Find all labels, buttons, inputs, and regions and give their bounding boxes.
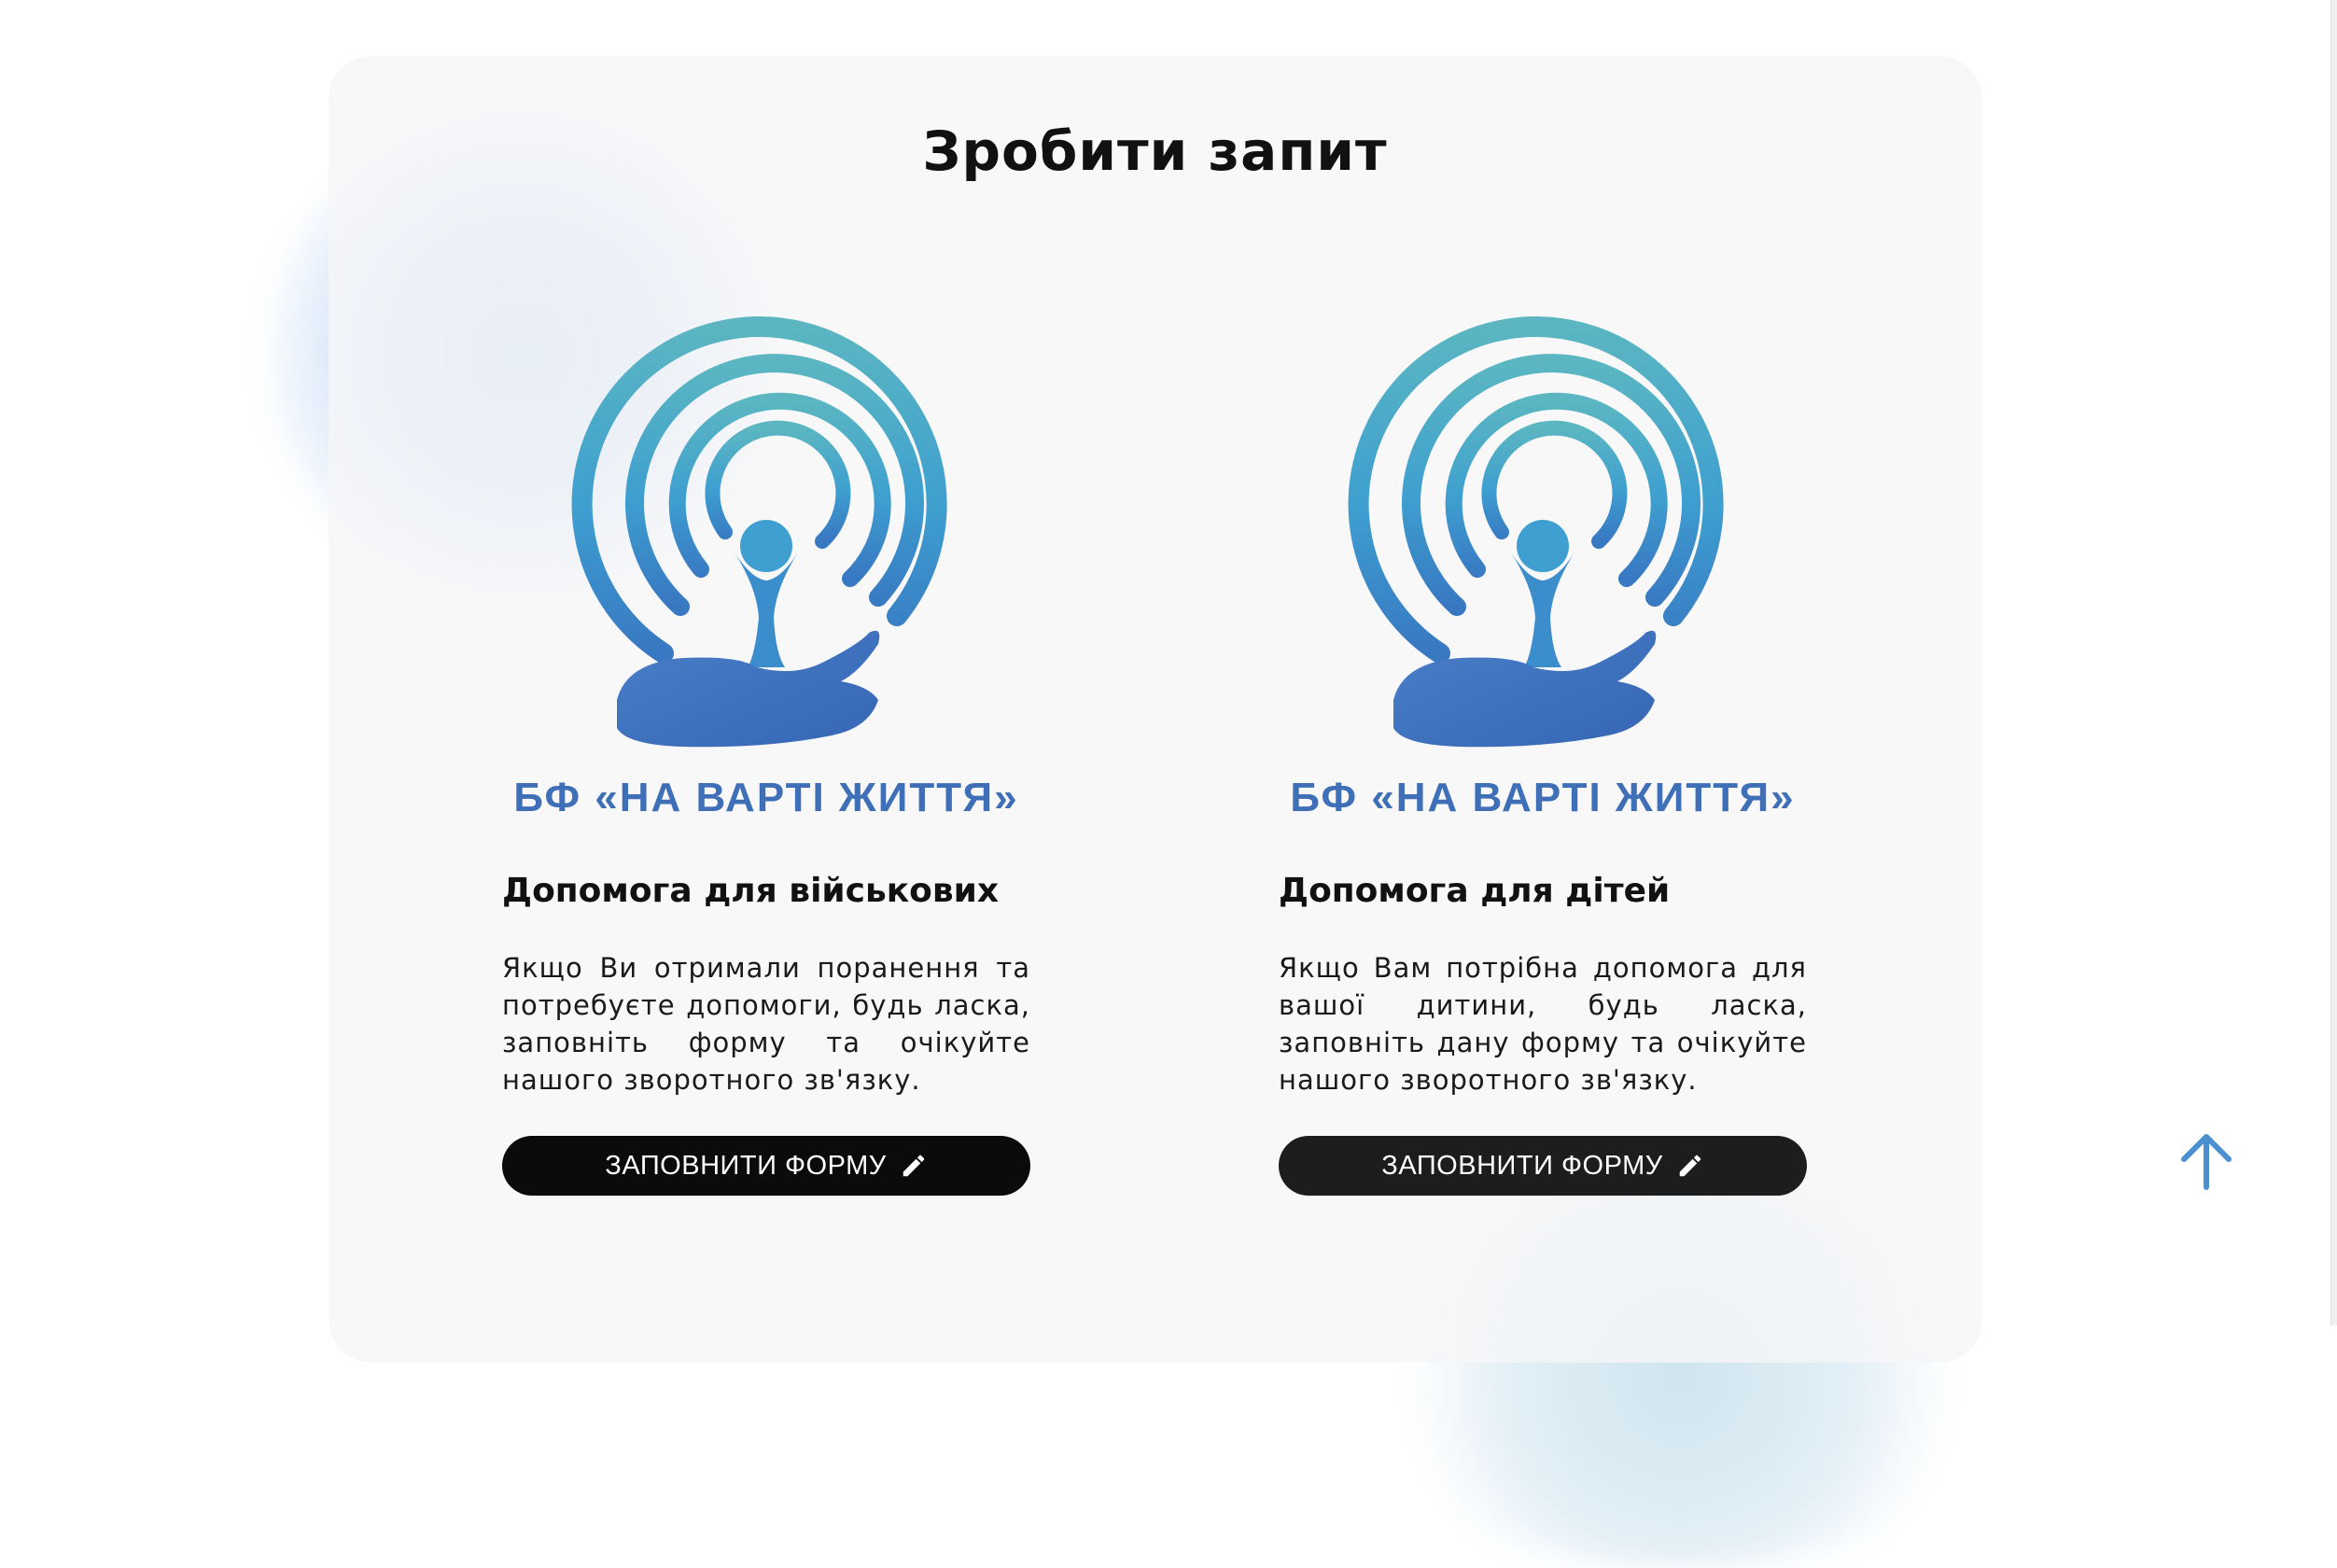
fill-form-button[interactable]: ЗАПОВНИТИ ФОРМУ <box>1279 1136 1807 1196</box>
card-military: БФ «НА ВАРТІ ЖИТТЯ» Допомога для військо… <box>502 289 1030 1196</box>
card-description: Якщо Вам потрібна допомога для вашої дит… <box>1279 952 1807 1096</box>
card-title: Допомога для військових <box>502 872 1000 910</box>
charity-logo-icon <box>1348 316 1724 748</box>
charity-logo-icon <box>571 316 947 748</box>
fill-form-button[interactable]: ЗАПОВНИТИ ФОРМУ <box>502 1136 1030 1196</box>
scrollbar[interactable] <box>2330 0 2337 1325</box>
section-title: Зробити запит <box>922 119 1388 183</box>
card-title: Допомога для дітей <box>1279 872 1671 910</box>
card-children: БФ «НА ВАРТІ ЖИТТЯ» Допомога для дітей Я… <box>1279 289 1807 1196</box>
arrow-up-icon[interactable] <box>2173 1127 2240 1195</box>
card-description: Якщо Ви отримали поранення та потребуєте… <box>502 952 1030 1096</box>
button-label: ЗАПОВНИТИ ФОРМУ <box>605 1150 887 1181</box>
pencil-icon <box>903 1155 924 1177</box>
brand-name: БФ «НА ВАРТІ ЖИТТЯ» <box>1290 775 1796 820</box>
brand-name: БФ «НА ВАРТІ ЖИТТЯ» <box>513 775 1019 820</box>
button-label: ЗАПОВНИТИ ФОРМУ <box>1381 1150 1663 1181</box>
pencil-icon <box>1679 1155 1700 1177</box>
